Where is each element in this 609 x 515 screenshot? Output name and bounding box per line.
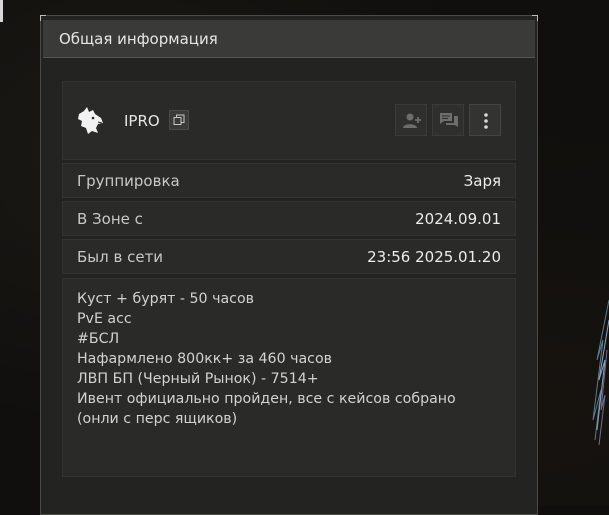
- bio-line: Куст + бурят - 50 часов: [77, 291, 255, 307]
- faction-value: Заря: [463, 172, 501, 190]
- send-message-button[interactable]: [432, 104, 464, 136]
- panel-header: Общая информация: [43, 20, 535, 58]
- copy-icon: [173, 114, 185, 125]
- bio-line: (онли с перс ящиков): [77, 411, 238, 427]
- more-options-button[interactable]: [469, 104, 501, 136]
- window-edge-marker: [0, 0, 3, 22]
- info-row-last-online: Был в сети 23:56 2025.01.20: [62, 239, 516, 274]
- copy-username-button[interactable]: [169, 110, 189, 130]
- last-online-label: Был в сети: [77, 248, 164, 266]
- add-friend-icon: [403, 113, 421, 128]
- bio-line: ЛВП БП (Черный Рынок) - 7514+: [77, 371, 319, 387]
- zone-since-value: 2024.09.01: [415, 210, 501, 228]
- panel-title: Общая информация: [59, 30, 218, 48]
- bio-text: Куст + бурят - 50 часов PvE acc #БСЛ Наф…: [77, 289, 456, 429]
- profile-card: IPRO: [62, 81, 516, 160]
- bio-card: Куст + бурят - 50 часов PvE acc #БСЛ Наф…: [62, 278, 516, 477]
- bio-line: PvE acc: [77, 311, 132, 327]
- faction-label: Группировка: [77, 172, 180, 190]
- background-decoration: [592, 300, 609, 446]
- wolf-head-icon: [76, 106, 106, 136]
- info-row-zone-since: В Зоне с 2024.09.01: [62, 201, 516, 236]
- more-vertical-icon: [484, 113, 488, 129]
- username[interactable]: IPRO: [124, 112, 160, 130]
- bio-line: Нафармлено 800кк+ за 460 часов: [77, 351, 333, 367]
- message-icon: [440, 113, 458, 127]
- last-online-value: 23:56 2025.01.20: [367, 248, 501, 266]
- bio-line: #БСЛ: [77, 331, 120, 347]
- info-row-faction: Группировка Заря: [62, 163, 516, 198]
- bio-line: Ивент официально пройден, все с кейсов с…: [77, 391, 456, 407]
- add-friend-button[interactable]: [395, 104, 427, 136]
- zone-since-label: В Зоне с: [77, 210, 143, 228]
